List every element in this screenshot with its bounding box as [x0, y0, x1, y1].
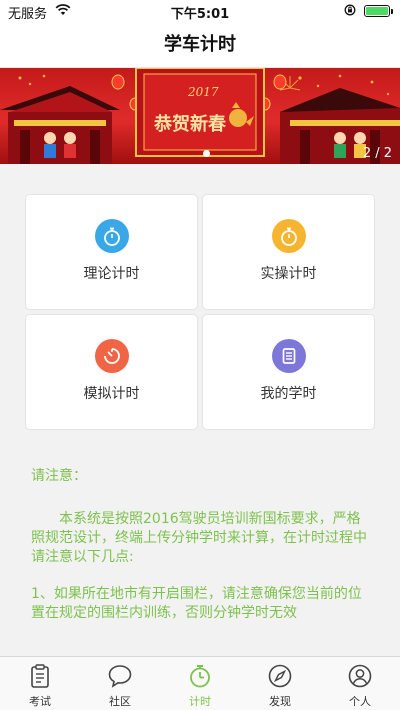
- carousel-indicator[interactable]: [203, 150, 210, 157]
- compass-icon: [268, 664, 292, 688]
- orientation-lock-icon: [344, 4, 356, 16]
- my-hours-card[interactable]: 我的学时: [202, 314, 375, 430]
- notice-paragraph: 本系统是按照2016驾驶员培训新国标要求，严格照规范设计，终端上传分钟学时来计算…: [31, 511, 367, 565]
- person-icon: [348, 664, 372, 688]
- promo-banner[interactable]: 2017 恭贺新春 2 / 2: [0, 68, 400, 164]
- theory-timing-label: 理论计时: [83, 266, 140, 282]
- tab-exam[interactable]: 考试: [0, 657, 80, 710]
- document-icon: [272, 339, 306, 373]
- notice-section: 请注意： 本系统是按照2016驾驶员培训新国标要求，严格照规范设计，终端上传分钟…: [31, 467, 371, 623]
- battery-icon: [364, 5, 393, 17]
- my-hours-label: 我的学时: [260, 386, 317, 402]
- tab-profile-label: 个人: [349, 695, 371, 708]
- stopwatch-icon: [190, 665, 210, 688]
- tab-profile[interactable]: 个人: [320, 657, 400, 710]
- simulation-timing-label: 模拟计时: [83, 386, 140, 402]
- practical-timing-label: 实操计时: [260, 266, 317, 282]
- tab-discover-label: 发现: [269, 695, 291, 708]
- notice-item-1: 1、如果所在地市有开启围栏，请注意确保您当前的位置在规定的围栏内训练，否则分钟学…: [31, 586, 362, 621]
- chat-bubble-icon: [108, 665, 132, 688]
- tab-timing-label: 计时: [189, 695, 211, 708]
- tab-bar: 考试 社区 计时 发现 个人: [0, 656, 400, 710]
- status-time: 下午5:01: [170, 7, 230, 22]
- theory-timing-card[interactable]: 理论计时: [25, 194, 198, 310]
- nav-bar: 学车计时: [0, 22, 400, 68]
- simulation-timing-card[interactable]: 模拟计时: [25, 314, 198, 430]
- new-year-banner-image: 2017 恭贺新春: [0, 68, 400, 164]
- timer-icon: [95, 339, 129, 373]
- clipboard-icon: [31, 664, 49, 688]
- menu-grid: 理论计时 实操计时 模拟计时 我的学时: [25, 194, 375, 430]
- notice-heading: 请注意：: [31, 468, 87, 484]
- practical-timing-card[interactable]: 实操计时: [202, 194, 375, 310]
- page-title: 学车计时: [164, 34, 236, 55]
- tab-exam-label: 考试: [29, 695, 51, 708]
- tab-community-label: 社区: [109, 695, 131, 708]
- stopwatch-icon: [95, 219, 129, 253]
- tab-community[interactable]: 社区: [80, 657, 160, 710]
- status-bar: 无服务 下午5:01: [0, 0, 400, 22]
- carousel-page-counter: 2 / 2: [362, 146, 392, 161]
- tab-timing[interactable]: 计时: [160, 657, 240, 710]
- stopwatch-icon: [272, 219, 306, 253]
- svg-text:2017: 2017: [187, 85, 219, 99]
- svg-text:恭贺新春: 恭贺新春: [153, 113, 227, 135]
- tab-discover[interactable]: 发现: [240, 657, 320, 710]
